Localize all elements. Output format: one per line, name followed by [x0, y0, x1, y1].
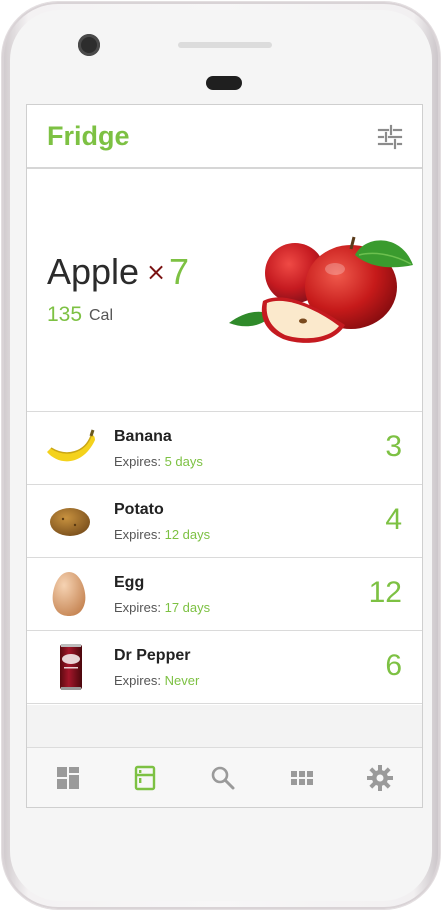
item-name: Dr Pepper [114, 647, 191, 664]
list-item[interactable]: Banana Expires: 5 days 3 [27, 412, 422, 485]
speaker-grille [178, 42, 272, 48]
item-count: 3 [385, 430, 402, 463]
item-expiry: Expires: 5 days [114, 454, 203, 469]
app-screen: Fridge Apple × 7 135 Cal Banana Expires:… [26, 104, 423, 808]
featured-item[interactable]: Apple × 7 135 Cal [27, 169, 422, 412]
nav-dashboard[interactable] [54, 764, 82, 792]
potato-icon [50, 508, 90, 536]
dashboard-icon [57, 767, 79, 789]
fridge-icon [134, 765, 156, 791]
expires-label: Expires: [114, 673, 161, 688]
calorie-unit: Cal [89, 307, 114, 324]
item-name: Banana [114, 428, 172, 445]
earpiece-speaker [206, 76, 242, 90]
item-name: Egg [114, 574, 145, 591]
expires-value: Never [164, 673, 200, 688]
featured-item-name: Apple [47, 251, 140, 292]
front-camera [78, 34, 100, 56]
search-icon [211, 766, 235, 790]
multiply-sign: × [146, 258, 167, 286]
expires-label: Expires: [114, 600, 161, 615]
grid-icon [291, 771, 313, 785]
gear-icon [367, 765, 393, 791]
nav-grid[interactable] [288, 764, 316, 792]
apple-image [229, 236, 413, 343]
item-name: Potato [114, 501, 164, 518]
item-expiry: Expires: Never [114, 673, 199, 688]
list-item[interactable]: Dr Pepper Expires: Never 6 [27, 631, 422, 704]
item-expiry: Expires: 17 days [114, 600, 210, 615]
app-bar: Fridge [27, 105, 422, 169]
nav-fridge[interactable] [131, 764, 159, 792]
filter-button[interactable] [376, 123, 404, 151]
featured-item-calories: 135 [47, 303, 83, 326]
app-title: Fridge [47, 121, 130, 151]
item-count: 4 [385, 503, 402, 536]
nav-search[interactable] [209, 764, 237, 792]
soda-can-icon [60, 644, 82, 690]
item-list: Banana Expires: 5 days 3 Potato Expires:… [27, 412, 422, 704]
phone-frame: Fridge Apple × 7 135 Cal Banana Expires:… [2, 2, 440, 909]
list-empty-space [27, 705, 422, 747]
item-count: 12 [368, 576, 402, 609]
sliders-icon [377, 124, 403, 150]
item-count: 6 [385, 649, 402, 682]
bottom-navigation [27, 747, 422, 807]
item-expiry: Expires: 12 days [114, 527, 210, 542]
egg-icon [52, 572, 86, 616]
list-item[interactable]: Potato Expires: 12 days 4 [27, 485, 422, 558]
banana-icon [47, 429, 95, 462]
list-item[interactable]: Egg Expires: 17 days 12 [27, 558, 422, 631]
expires-value: 12 days [164, 527, 211, 542]
expires-label: Expires: [114, 527, 161, 542]
expires-value: 5 days [164, 454, 203, 469]
featured-item-count: 7 [169, 251, 190, 292]
expires-value: 17 days [164, 600, 211, 615]
expires-label: Expires: [114, 454, 161, 469]
nav-settings[interactable] [366, 764, 394, 792]
